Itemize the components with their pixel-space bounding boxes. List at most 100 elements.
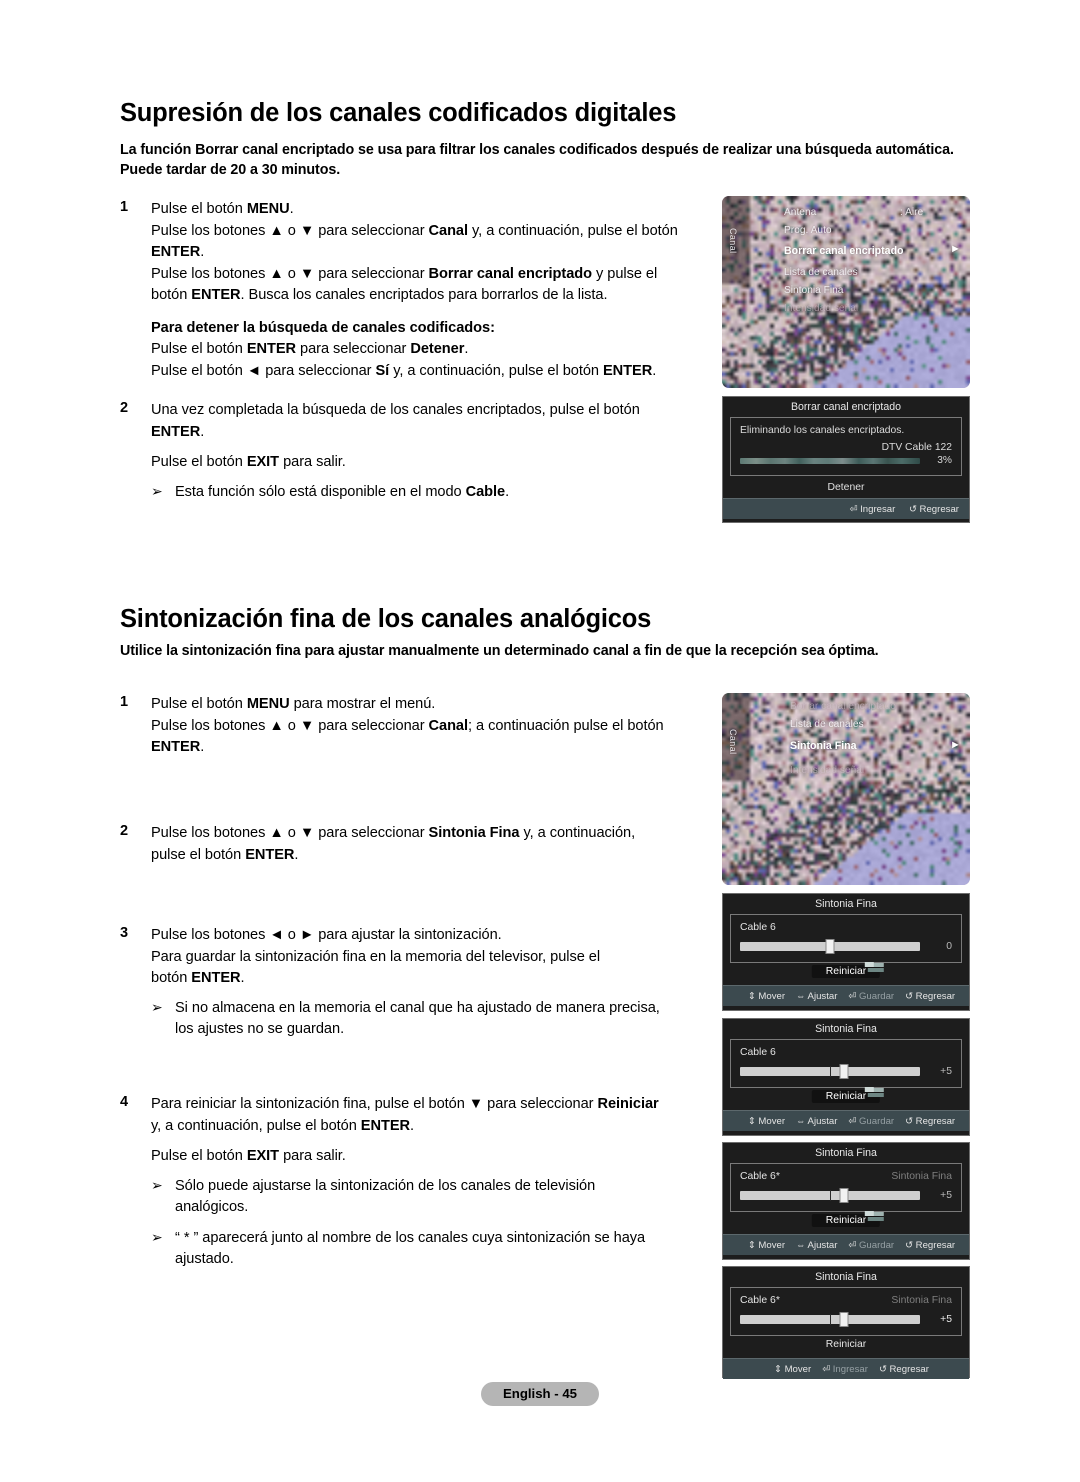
slider-knob[interactable] bbox=[839, 1064, 849, 1079]
section1-heading: Supresión de los canales codificados dig… bbox=[120, 99, 677, 128]
footer-label: Regresar bbox=[915, 1116, 956, 1127]
footer-label: Ajustar bbox=[807, 1240, 838, 1251]
menu-key: MENU bbox=[246, 201, 290, 217]
page-number-badge: English - 45 bbox=[481, 1382, 599, 1406]
reset-button[interactable]: Reiniciar bbox=[812, 1338, 880, 1351]
footer-item-ingresar[interactable]: ⏎ Ingresar bbox=[849, 503, 896, 515]
footer-item-ajustar[interactable]: ⇔ Ajustar bbox=[796, 1239, 838, 1251]
slider-knob[interactable] bbox=[839, 1188, 849, 1203]
glitch-artifact bbox=[865, 1211, 875, 1216]
osd-title: Sintonia Fina bbox=[815, 898, 877, 910]
osd-title: Borrar canal encriptado bbox=[790, 401, 902, 413]
tv-menu-item-intensidad-senal[interactable]: Intensidad señal bbox=[790, 765, 864, 776]
enter-icon: ⏎ bbox=[849, 503, 858, 514]
footer-item-guardar[interactable]: ⏎ Guardar bbox=[848, 990, 894, 1002]
fine-tune-slider[interactable] bbox=[740, 1188, 920, 1203]
tv-menu-item-borrar-canal-encriptado[interactable]: Borrar canal encriptado bbox=[790, 701, 896, 712]
chevron-right-icon: ► bbox=[950, 739, 961, 751]
fine-tune-slider[interactable] bbox=[740, 1312, 920, 1327]
footer-item-guardar[interactable]: ⏎ Guardar bbox=[848, 1239, 894, 1251]
tv-menu-item-borrar-canal-encriptado[interactable]: Borrar canal encriptado bbox=[784, 245, 904, 257]
reset-button[interactable]: Reiniciar bbox=[811, 1087, 885, 1103]
footer-item-guardar[interactable]: ⏎ Guardar bbox=[848, 1115, 895, 1127]
slider-value: +5 bbox=[940, 1190, 952, 1201]
enter-icon: ⏎ bbox=[848, 990, 857, 1001]
reset-label: Reiniciar bbox=[825, 1339, 867, 1350]
tv-menu-item-prog-auto[interactable]: Prog. Auto bbox=[784, 225, 832, 236]
footer-item-ajustar[interactable]: ⇔ Ajustar bbox=[796, 1115, 838, 1127]
step-number: 3 bbox=[120, 925, 129, 941]
step-body: Pulse el botón MENU. Pulse los botones ▲… bbox=[151, 199, 700, 382]
enter-key: ENTER bbox=[191, 970, 241, 986]
fine-tune-slider[interactable] bbox=[740, 1064, 920, 1079]
text: Pulse el botón bbox=[151, 454, 247, 470]
osd-action-detener[interactable]: Detener bbox=[723, 476, 969, 498]
footer-label: Mover bbox=[758, 1240, 786, 1251]
glitch-artifact bbox=[865, 962, 875, 967]
section1-step-1: 1 Pulse el botón MENU. Pulse los botones… bbox=[120, 199, 700, 382]
leftright-icon: ⇔ bbox=[796, 1239, 806, 1250]
borrar-key: Borrar canal encriptado bbox=[428, 265, 593, 282]
slider-knob[interactable] bbox=[825, 939, 835, 954]
note: ➢ Esta función sólo está disponible en e… bbox=[151, 482, 710, 504]
canal-key: Canal bbox=[428, 222, 469, 239]
osd-sintonia-fina-4: Sintonia Fina Cable 6* Sintonia Fina +5 Rein… bbox=[722, 1266, 970, 1379]
channel-label: Cable 6 bbox=[740, 1047, 776, 1058]
text: . bbox=[240, 970, 245, 986]
footer-item-regresar[interactable]: ↺ Regresar bbox=[879, 1363, 929, 1375]
footer-label: Ajustar bbox=[807, 1116, 838, 1127]
osd-body: Cable 6* Sintonia Fina +5 bbox=[730, 1163, 962, 1212]
glitch-artifact bbox=[865, 1087, 875, 1092]
reset-row: Reiniciar bbox=[723, 1336, 969, 1358]
footer-label: Mover bbox=[758, 1116, 786, 1127]
footer-item-mover[interactable]: ⇕ Mover bbox=[774, 1363, 811, 1375]
section1-lead: La función Borrar canal encriptado se us… bbox=[120, 142, 954, 178]
tv-menu-item-lista-de-canales[interactable]: Lista de canales bbox=[790, 719, 864, 730]
text: . bbox=[505, 483, 510, 500]
tv-menu-item-lista-de-canales[interactable]: Lista de canales bbox=[784, 267, 858, 278]
text: Pulse el botón bbox=[151, 201, 247, 217]
channel-label: Cable 6 bbox=[740, 922, 776, 933]
tv-menu-item-sintonia-fina[interactable]: Sintonia Fina bbox=[790, 740, 857, 752]
footer-item-regresar[interactable]: ↺ Regresar bbox=[905, 990, 955, 1002]
footer-item-regresar[interactable]: ↺ Regresar bbox=[905, 1239, 955, 1251]
text: Sólo puede ajustarse la sintonización de… bbox=[175, 1177, 596, 1194]
return-icon: ↺ bbox=[905, 1239, 913, 1250]
progress-row: 3% bbox=[740, 455, 952, 466]
tv-menu-item-sintonia-fina[interactable]: Sintonia Fina bbox=[784, 285, 843, 296]
footer-item-ajustar[interactable]: ⇔ Ajustar bbox=[796, 990, 837, 1002]
footer-label: Ingresar bbox=[832, 1364, 868, 1375]
ghost-label: Sintonia Fina bbox=[891, 1295, 952, 1306]
tv-menu-screenshot-1: Canal Antena : Aire Prog. Auto Borrar ca… bbox=[722, 196, 970, 388]
footer-item-regresar[interactable]: ↺ Regresar bbox=[909, 503, 959, 515]
slider-row: +5 bbox=[740, 1312, 952, 1327]
text: para salir. bbox=[279, 1148, 346, 1164]
enter-key: ENTER bbox=[151, 423, 201, 440]
fine-tune-slider[interactable] bbox=[740, 939, 920, 954]
text: Para reiniciar la sintonización fina, pu… bbox=[151, 1096, 598, 1112]
footer-item-mover[interactable]: ⇕ Mover bbox=[748, 1239, 786, 1251]
text: . bbox=[464, 341, 469, 357]
text: . Busca los canales encriptados para bor… bbox=[240, 287, 608, 303]
footer-item-mover[interactable]: ⇕ Mover bbox=[748, 1115, 786, 1127]
tv-menu-screenshot-2: Canal Borrar canal encriptado Lista de c… bbox=[722, 693, 970, 885]
reset-button[interactable]: Reiniciar bbox=[811, 1211, 885, 1227]
slider-knob[interactable] bbox=[839, 1312, 849, 1327]
osd-sintonia-fina-3: Sintonia Fina Cable 6* Sintonia Fina +5 Rein… bbox=[722, 1142, 970, 1260]
exit-key: EXIT bbox=[246, 1148, 280, 1164]
osd-title: Sintonia Fina bbox=[815, 1271, 877, 1283]
step-body: Pulse los botones ▲ o ▼ para seleccionar… bbox=[151, 823, 720, 866]
section2-step-1: 1 Pulse el botón MENU para mostrar el me… bbox=[120, 694, 720, 759]
tv-menu-item-antena[interactable]: Antena bbox=[784, 207, 816, 218]
footer-item-mover[interactable]: ⇕ Mover bbox=[748, 990, 785, 1002]
footer-item-regresar[interactable]: ↺ Regresar bbox=[905, 1115, 956, 1127]
footer-label: Guardar bbox=[858, 1116, 895, 1127]
text: los ajustes no se guardan. bbox=[175, 1021, 345, 1037]
tv-menu-side-label: Canal bbox=[728, 228, 738, 254]
tv-menu-item-intensidad-senal[interactable]: Intensidad señal bbox=[784, 303, 858, 314]
reset-button[interactable]: Reiniciar bbox=[811, 962, 885, 978]
progress-bar bbox=[740, 457, 920, 464]
osd-footer: ⏎ Ingresar ↺ Regresar bbox=[723, 498, 969, 519]
step-body: Una vez completada la búsqueda de los ca… bbox=[151, 400, 710, 503]
footer-item-ingresar[interactable]: ⏎ Ingresar bbox=[822, 1363, 868, 1375]
